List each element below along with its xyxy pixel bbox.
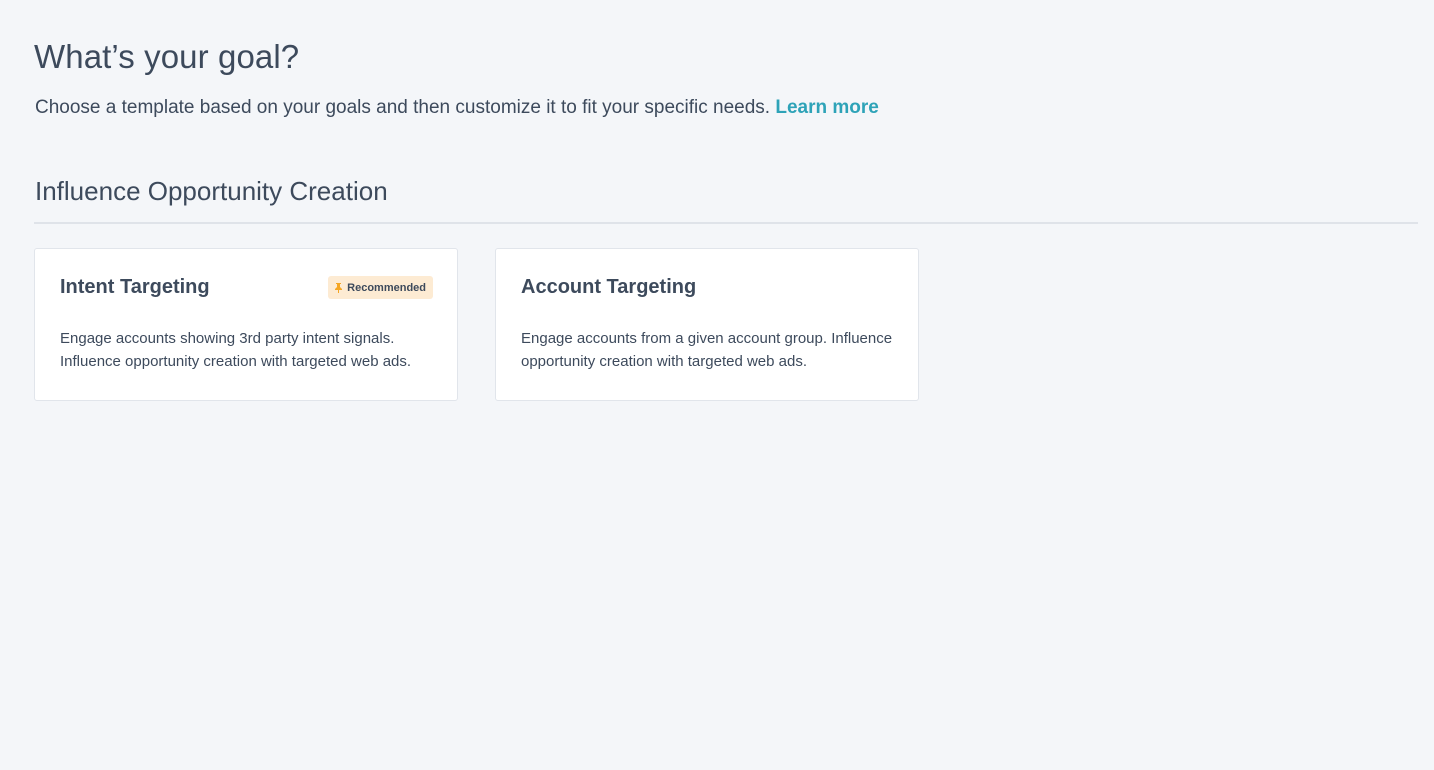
badge-label: Recommended bbox=[347, 281, 426, 294]
card-title: Intent Targeting bbox=[60, 276, 210, 298]
card-description: Engage accounts showing 3rd party intent… bbox=[60, 330, 412, 370]
card-title: Account Targeting bbox=[521, 276, 697, 298]
pin-icon bbox=[334, 282, 343, 293]
learn-more-link[interactable]: Learn more bbox=[775, 97, 878, 118]
recommended-badge: Recommended bbox=[328, 276, 433, 299]
subtitle-text: Choose a template based on your goals an… bbox=[35, 97, 771, 118]
template-card-intent-targeting[interactable]: Intent Targeting Recommended Engage acco… bbox=[34, 248, 458, 401]
section-divider bbox=[34, 222, 1418, 224]
template-card-account-targeting[interactable]: Account Targeting Engage accounts from a… bbox=[495, 248, 919, 401]
card-description: Engage accounts from a given account gro… bbox=[521, 330, 893, 370]
page-title: What’s your goal? bbox=[34, 38, 300, 75]
section-title: Influence Opportunity Creation bbox=[35, 176, 388, 206]
page-subtitle: Choose a template based on your goals an… bbox=[35, 97, 879, 119]
